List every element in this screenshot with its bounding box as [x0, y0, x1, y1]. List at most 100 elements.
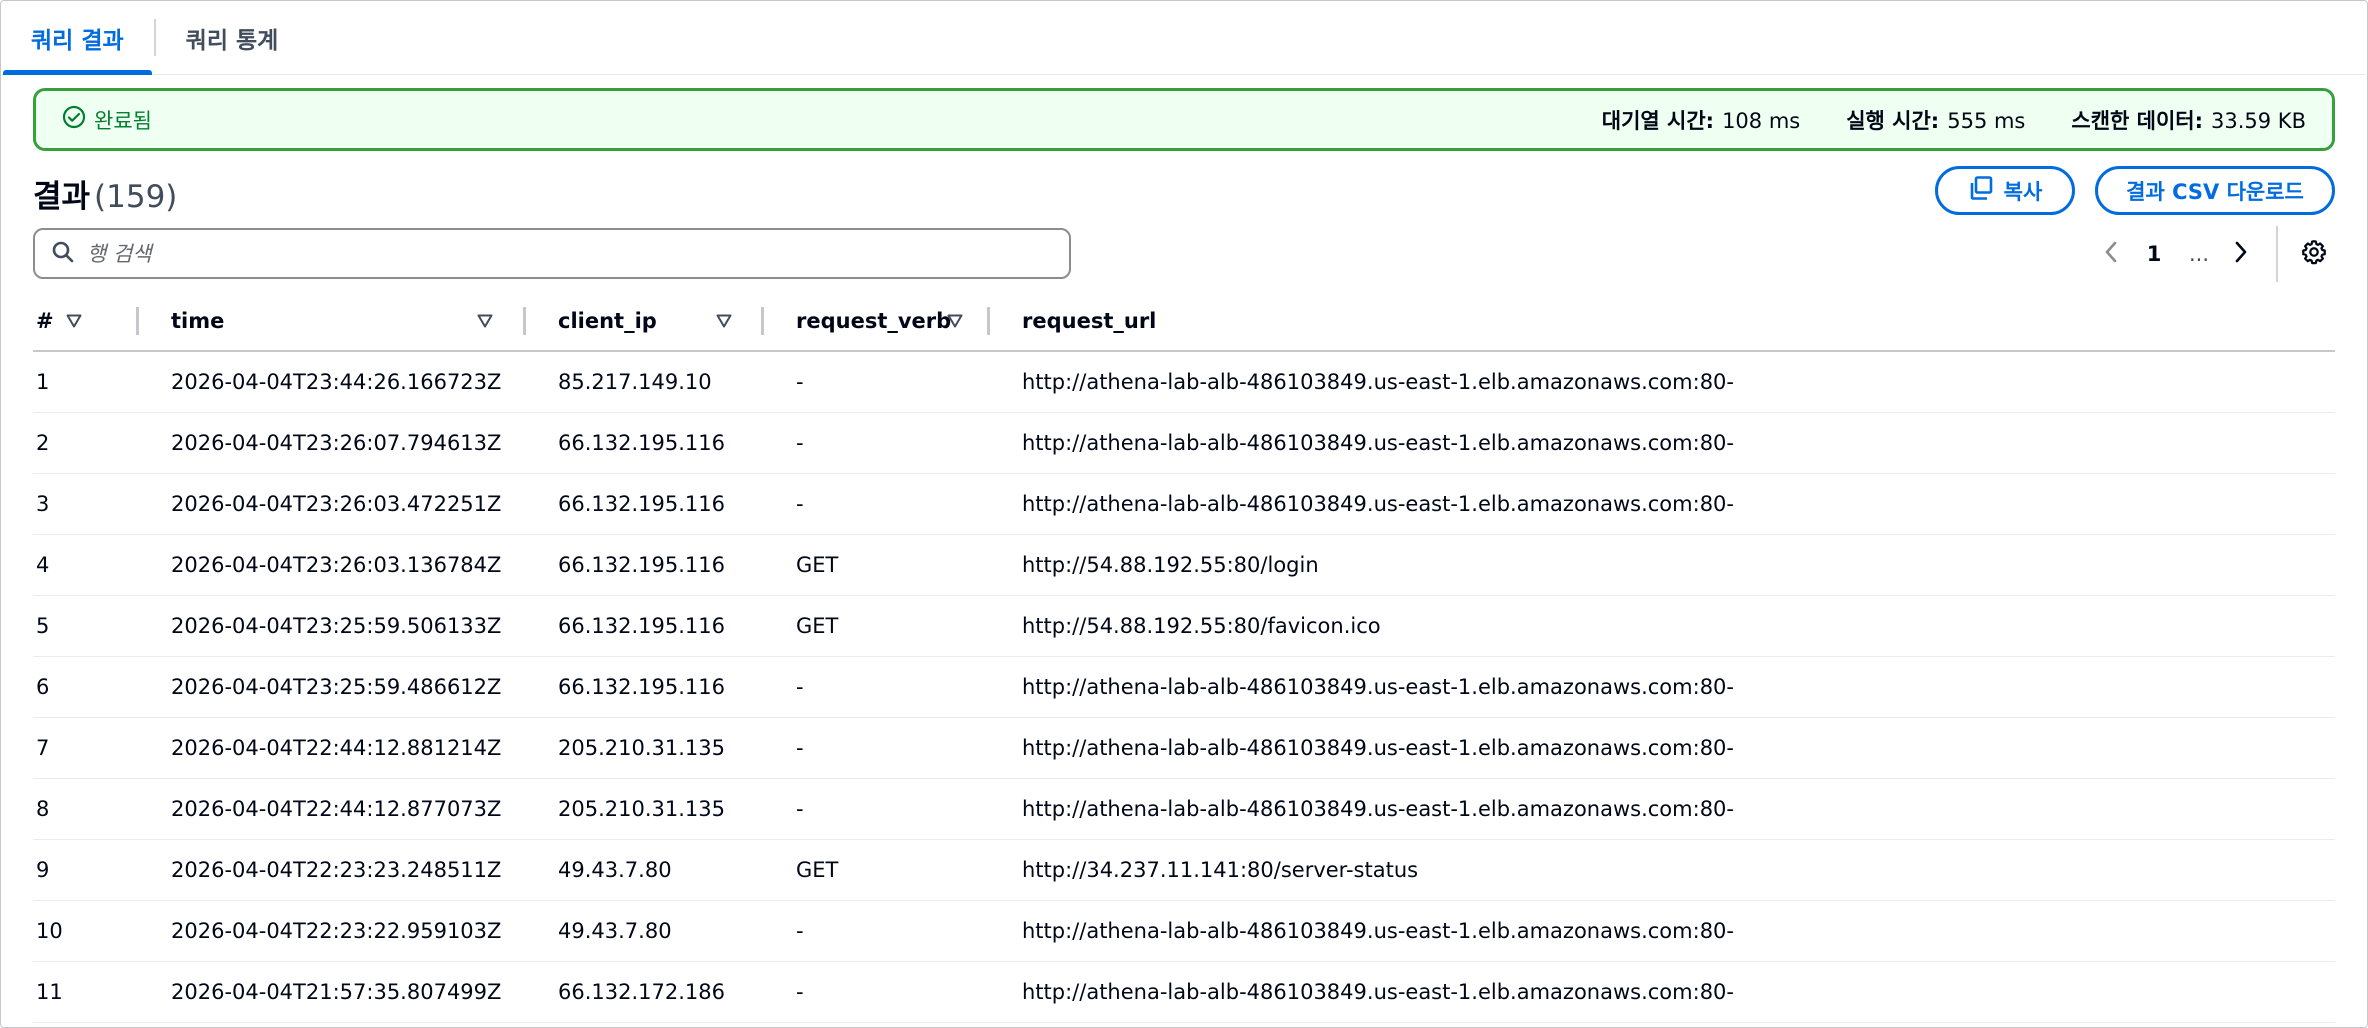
table-row[interactable]: 2 2026-04-04T23:26:07.794613Z 66.132.195.1…	[33, 413, 2335, 474]
request-url-cell: http://athena-lab-alb-486103849.us-east-…	[1022, 797, 1734, 821]
row-index: 11	[36, 980, 63, 1004]
time-cell: 2026-04-04T22:44:12.877073Z	[171, 797, 502, 821]
table-row[interactable]: 8 2026-04-04T22:44:12.877073Z 205.210.31.1…	[33, 779, 2335, 840]
time-cell: 2026-04-04T23:25:59.506133Z	[171, 614, 502, 638]
client-ip-cell: 66.132.195.116	[558, 431, 725, 455]
download-csv-label: 결과 CSV 다운로드	[2126, 179, 2304, 204]
results-table: # time client_ip request_verb request_ur	[33, 291, 2335, 1023]
request-url-cell: http://athena-lab-alb-486103849.us-east-…	[1022, 980, 1734, 1004]
client-ip-cell: 205.210.31.135	[558, 797, 725, 821]
query-results-panel: 쿼리 결과 쿼리 통계 완료됨 대기열 시간: 108 ms 실행 시간: 555 …	[0, 0, 2368, 1028]
request-url-cell: http://athena-lab-alb-486103849.us-east-…	[1022, 675, 1734, 699]
column-header-time[interactable]: time	[139, 291, 526, 350]
page-number[interactable]: 1	[2131, 242, 2177, 266]
status-banner: 완료됨 대기열 시간: 108 ms 실행 시간: 555 ms 스캔한 데이터: 3…	[33, 88, 2335, 151]
row-index: 4	[36, 553, 50, 577]
scanned-data: 스캔한 데이터: 33.59 KB	[2071, 105, 2306, 135]
request-url-cell: http://athena-lab-alb-486103849.us-east-…	[1022, 370, 1734, 394]
request-url-cell: http://54.88.192.55:80/favicon.ico	[1022, 614, 1381, 638]
time-cell: 2026-04-04T23:25:59.486612Z	[171, 675, 502, 699]
scanned-data-value: 33.59 KB	[2211, 108, 2306, 133]
request-verb-cell: -	[796, 919, 804, 943]
queue-time-label: 대기열 시간:	[1601, 108, 1715, 133]
request-verb-cell: -	[796, 492, 804, 516]
client-ip-cell: 205.210.31.135	[558, 736, 725, 760]
client-ip-cell: 66.132.195.116	[558, 675, 725, 699]
table-row[interactable]: 7 2026-04-04T22:44:12.881214Z 205.210.31.1…	[33, 718, 2335, 779]
request-verb-cell: -	[796, 736, 804, 760]
sort-triangle-icon[interactable]	[63, 310, 85, 332]
time-cell: 2026-04-04T21:57:35.807499Z	[171, 980, 502, 1004]
status-metrics: 대기열 시간: 108 ms 실행 시간: 555 ms 스캔한 데이터: 33.59…	[1602, 105, 2306, 135]
run-time-value: 555 ms	[1947, 108, 2026, 133]
table-row[interactable]: 9 2026-04-04T22:23:23.248511Z 49.43.7.80 GE…	[33, 840, 2335, 901]
download-csv-button[interactable]: 결과 CSV 다운로드	[2095, 166, 2335, 215]
sort-triangle-icon[interactable]	[474, 310, 496, 332]
results-count: (159)	[94, 179, 178, 215]
next-page-button[interactable]	[2221, 234, 2261, 274]
request-verb-cell: GET	[796, 858, 839, 882]
request-url-cell: http://athena-lab-alb-486103849.us-east-…	[1022, 492, 1734, 516]
results-title: 결과	[33, 179, 91, 215]
row-index: 6	[36, 675, 50, 699]
chevron-left-icon	[2103, 240, 2119, 268]
tab-query-stats[interactable]: 쿼리 통계	[156, 1, 309, 74]
table-row[interactable]: 1 2026-04-04T23:44:26.166723Z 85.217.149.1…	[33, 352, 2335, 413]
search-input[interactable]	[87, 241, 1053, 266]
time-cell: 2026-04-04T22:44:12.881214Z	[171, 736, 502, 760]
copy-icon	[1968, 175, 1994, 206]
chevron-right-icon	[2233, 240, 2249, 268]
column-header-request-url[interactable]: request_url	[990, 291, 2335, 350]
status-completed: 완료됨	[62, 105, 152, 135]
client-ip-cell: 66.132.195.116	[558, 492, 725, 516]
table-row[interactable]: 4 2026-04-04T23:26:03.136784Z 66.132.195.1…	[33, 535, 2335, 596]
queue-time-value: 108 ms	[1722, 108, 1801, 133]
time-cell: 2026-04-04T23:44:26.166723Z	[171, 370, 502, 394]
request-verb-cell: GET	[796, 553, 839, 577]
copy-button[interactable]: 복사	[1935, 166, 2075, 215]
client-ip-cell: 66.132.195.116	[558, 614, 725, 638]
tab-query-results[interactable]: 쿼리 결과	[1, 1, 154, 75]
client-ip-cell: 85.217.149.10	[558, 370, 712, 394]
column-header-label: time	[171, 308, 225, 333]
prev-page-button[interactable]	[2091, 234, 2131, 274]
tab-bar: 쿼리 결과 쿼리 통계	[1, 1, 2365, 75]
request-verb-cell: -	[796, 675, 804, 699]
row-index: 3	[36, 492, 50, 516]
table-row[interactable]: 5 2026-04-04T23:25:59.506133Z 66.132.195.1…	[33, 596, 2335, 657]
row-search[interactable]	[33, 228, 1071, 279]
column-header-label: client_ip	[558, 308, 657, 333]
column-header-request-verb[interactable]: request_verb	[764, 291, 990, 350]
table-row[interactable]: 11 2026-04-04T21:57:35.807499Z 66.132.172.…	[33, 962, 2335, 1023]
row-index: 9	[36, 858, 50, 882]
table-row[interactable]: 10 2026-04-04T22:23:22.959103Z 49.43.7.80 -…	[33, 901, 2335, 962]
results-heading: 결과 (159)	[33, 171, 177, 216]
request-url-cell: http://34.237.11.141:80/server-status	[1022, 858, 1419, 882]
check-circle-icon	[62, 105, 86, 134]
client-ip-cell: 49.43.7.80	[558, 919, 672, 943]
search-icon	[51, 240, 75, 268]
time-cell: 2026-04-04T23:26:03.472251Z	[171, 492, 502, 516]
tab-label: 쿼리 통계	[185, 27, 279, 54]
sort-triangle-icon[interactable]	[944, 310, 966, 332]
table-body: 1 2026-04-04T23:44:26.166723Z 85.217.149.1…	[33, 352, 2335, 1023]
column-header-client-ip[interactable]: client_ip	[526, 291, 764, 350]
table-row[interactable]: 6 2026-04-04T23:25:59.486612Z 66.132.195.1…	[33, 657, 2335, 718]
column-header-label: request_verb	[796, 308, 952, 333]
request-verb-cell: -	[796, 431, 804, 455]
table-settings-button[interactable]	[2295, 235, 2333, 273]
request-url-cell: http://athena-lab-alb-486103849.us-east-…	[1022, 431, 1734, 455]
row-index: 7	[36, 736, 50, 760]
tab-label: 쿼리 결과	[31, 27, 124, 54]
sort-triangle-icon[interactable]	[713, 310, 735, 332]
request-verb-cell: GET	[796, 614, 839, 638]
request-verb-cell: -	[796, 797, 804, 821]
client-ip-cell: 66.132.172.186	[558, 980, 725, 1004]
request-verb-cell: -	[796, 370, 804, 394]
queue-time: 대기열 시간: 108 ms	[1602, 105, 1800, 135]
table-row[interactable]: 3 2026-04-04T23:26:03.472251Z 66.132.195.1…	[33, 474, 2335, 535]
client-ip-cell: 49.43.7.80	[558, 858, 672, 882]
time-cell: 2026-04-04T22:23:23.248511Z	[171, 858, 502, 882]
run-time: 실행 시간: 555 ms	[1846, 105, 2025, 135]
column-header-index[interactable]: #	[33, 291, 139, 350]
